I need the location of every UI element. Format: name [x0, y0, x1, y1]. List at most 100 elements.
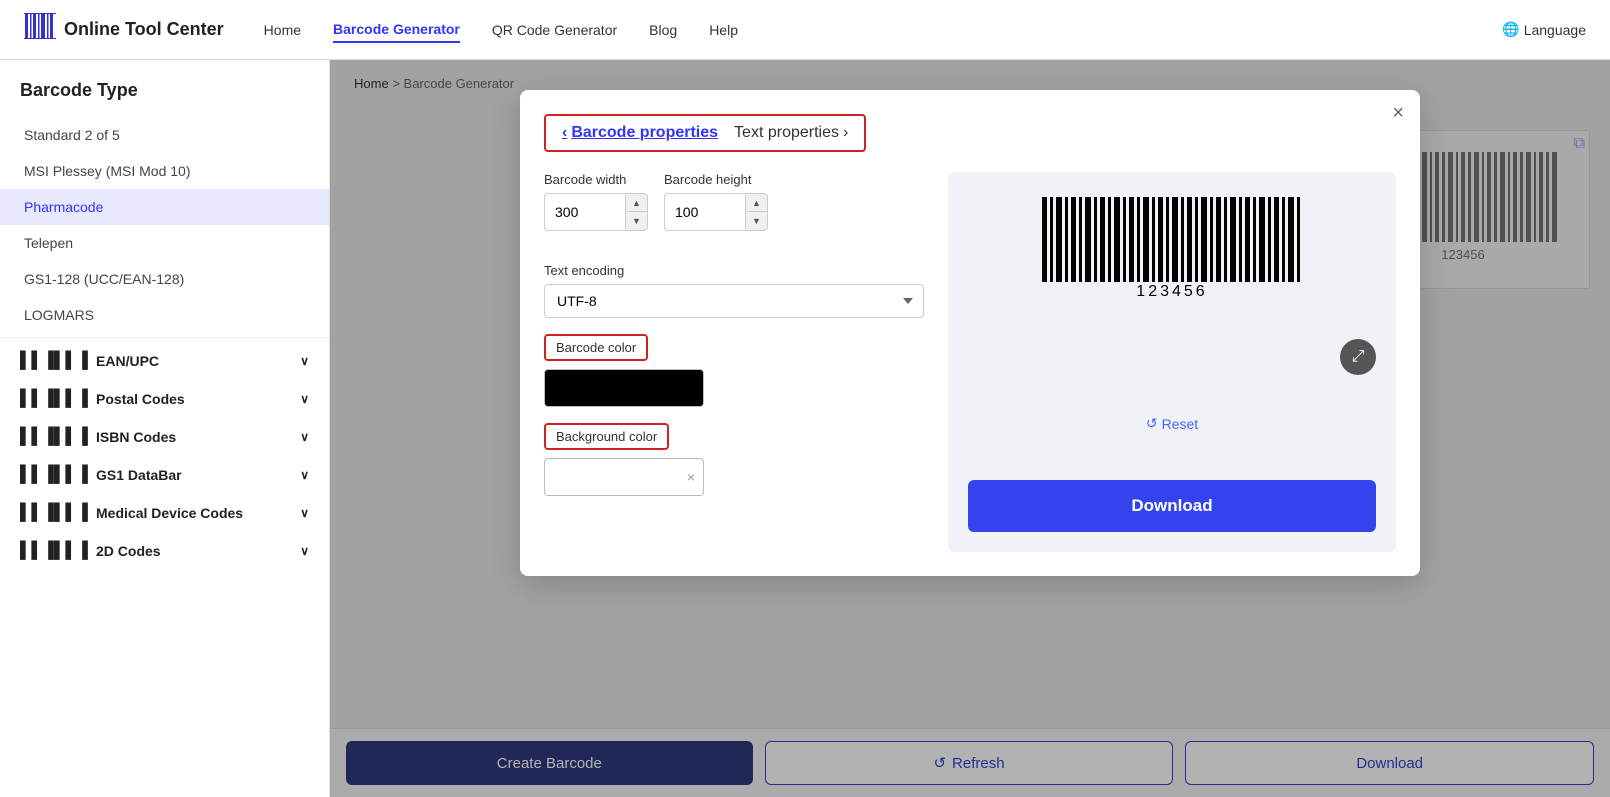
barcode-icon: ▌▌▐▌▌▐	[20, 390, 88, 408]
nav-home[interactable]: Home	[264, 18, 301, 42]
modal-close-button[interactable]: ×	[1392, 102, 1404, 125]
sidebar-group-label: Medical Device Codes	[96, 505, 243, 521]
sidebar-item-telepen[interactable]: Telepen	[0, 225, 329, 261]
sidebar-item-label: LOGMARS	[24, 307, 94, 323]
sidebar-group-postal[interactable]: ▌▌▐▌▌▐ Postal Codes ∨	[0, 380, 329, 418]
barcode-width-input-wrap: ▲ ▼	[544, 193, 648, 231]
sidebar-group-ean[interactable]: ▌▌▐▌▌▐ EAN/UPC ∨	[0, 342, 329, 380]
sidebar-group-label: GS1 DataBar	[96, 467, 182, 483]
barcode-icon: ▌▌▐▌▌▐	[20, 352, 88, 370]
right-arrow-icon: ›	[843, 124, 848, 142]
barcode-icon: ▌▌▐▌▌▐	[20, 504, 88, 522]
barcode-height-label: Barcode height	[664, 172, 768, 187]
width-spin-up[interactable]: ▲	[625, 194, 647, 212]
tab-barcode-properties[interactable]: ‹ Barcode properties	[562, 124, 718, 142]
barcode-preview: 123456	[1032, 192, 1312, 307]
text-encoding-group: Text encoding UTF-8 ASCII ISO-8859-1	[544, 263, 924, 318]
svg-text:123456: 123456	[1136, 283, 1207, 300]
background-color-label: Background color	[544, 423, 669, 450]
main-nav: Home Barcode Generator QR Code Generator…	[264, 17, 1503, 43]
zoom-row: ⤢	[968, 339, 1376, 375]
chevron-down-icon: ∨	[300, 354, 309, 368]
text-encoding-select[interactable]: UTF-8 ASCII ISO-8859-1	[544, 284, 924, 318]
nav-blog[interactable]: Blog	[649, 18, 677, 42]
sidebar-item-logmars[interactable]: LOGMARS	[0, 297, 329, 333]
barcode-icon: ▌▌▐▌▌▐	[20, 542, 88, 560]
modal-tabs: ‹ Barcode properties Text properties ›	[544, 114, 866, 152]
left-arrow-icon: ‹	[562, 124, 567, 142]
zoom-button[interactable]: ⤢	[1340, 339, 1376, 375]
sidebar-divider	[0, 337, 329, 338]
modal-overlay: × ‹ Barcode properties Text properties ›	[330, 60, 1610, 797]
logo-text: Online Tool Center	[64, 19, 224, 40]
sidebar-item-label: Telepen	[24, 235, 73, 251]
sidebar-item-label: MSI Plessey (MSI Mod 10)	[24, 163, 191, 179]
reset-button[interactable]: ↺ Reset	[1146, 415, 1198, 432]
nav-barcode-generator[interactable]: Barcode Generator	[333, 17, 460, 43]
sidebar-item-label: Standard 2 of 5	[24, 127, 120, 143]
sidebar-item-label: Pharmacode	[24, 199, 103, 215]
barcode-width-input[interactable]	[545, 198, 625, 226]
tab-text-props-label: Text properties	[734, 124, 839, 142]
bg-color-clear-button[interactable]: ×	[687, 469, 695, 485]
barcode-icon: ▌▌▐▌▌▐	[20, 428, 88, 446]
content-area: Home > Barcode Generator ⧉	[330, 60, 1610, 797]
sidebar-group-label: 2D Codes	[96, 543, 161, 559]
barcode-preview-svg: 123456	[1032, 192, 1312, 302]
language-label: Language	[1524, 22, 1586, 38]
modal-download-button[interactable]: Download	[968, 480, 1376, 532]
barcode-color-label: Barcode color	[544, 334, 648, 361]
chevron-down-icon: ∨	[300, 392, 309, 406]
text-encoding-label: Text encoding	[544, 263, 924, 278]
chevron-down-icon: ∨	[300, 468, 309, 482]
sidebar-item-pharmacode[interactable]: Pharmacode	[0, 189, 329, 225]
modal-body: Barcode width ▲ ▼ Barco	[544, 172, 1396, 552]
width-spinners: ▲ ▼	[625, 194, 647, 230]
logo-icon	[24, 10, 56, 49]
sidebar-title: Barcode Type	[0, 80, 329, 117]
reset-label: Reset	[1162, 416, 1199, 432]
height-spin-down[interactable]: ▼	[745, 212, 767, 230]
dimensions-row: Barcode width ▲ ▼ Barco	[544, 172, 924, 247]
background-color-group: Background color ×	[544, 423, 924, 496]
barcode-height-input-wrap: ▲ ▼	[664, 193, 768, 231]
sidebar-group-gs1[interactable]: ▌▌▐▌▌▐ GS1 DataBar ∨	[0, 456, 329, 494]
barcode-height-group: Barcode height ▲ ▼	[664, 172, 768, 231]
chevron-down-icon: ∨	[300, 544, 309, 558]
sidebar-group-label: Postal Codes	[96, 391, 185, 407]
sidebar-group-isbn[interactable]: ▌▌▐▌▌▐ ISBN Codes ∨	[0, 418, 329, 456]
sidebar-group-2d[interactable]: ▌▌▐▌▌▐ 2D Codes ∨	[0, 532, 329, 570]
logo[interactable]: Online Tool Center	[24, 10, 224, 49]
nav-help[interactable]: Help	[709, 18, 738, 42]
tab-text-properties[interactable]: Text properties ›	[734, 124, 848, 142]
sidebar-item-standard[interactable]: Standard 2 of 5	[0, 117, 329, 153]
sidebar-group-label: ISBN Codes	[96, 429, 176, 445]
globe-icon: 🌐	[1502, 21, 1519, 38]
barcode-color-group: Barcode color	[544, 334, 924, 407]
barcode-color-swatch[interactable]	[544, 369, 704, 407]
background-color-input[interactable]: ×	[544, 458, 704, 496]
height-spin-up[interactable]: ▲	[745, 194, 767, 212]
modal-left-panel: Barcode width ▲ ▼ Barco	[544, 172, 924, 552]
height-spinners: ▲ ▼	[745, 194, 767, 230]
sidebar: Barcode Type Standard 2 of 5 MSI Plessey…	[0, 60, 330, 797]
width-spin-down[interactable]: ▼	[625, 212, 647, 230]
modal-right-panel: 123456 ⤢ ↺ Reset Download	[948, 172, 1396, 552]
zoom-icon: ⤢	[1352, 348, 1365, 366]
tab-barcode-props-label: Barcode properties	[571, 124, 718, 142]
main-layout: Barcode Type Standard 2 of 5 MSI Plessey…	[0, 60, 1610, 797]
sidebar-item-label: GS1-128 (UCC/EAN-128)	[24, 271, 184, 287]
nav-qr-generator[interactable]: QR Code Generator	[492, 18, 617, 42]
header: Online Tool Center Home Barcode Generato…	[0, 0, 1610, 60]
sidebar-group-medical[interactable]: ▌▌▐▌▌▐ Medical Device Codes ∨	[0, 494, 329, 532]
barcode-icon: ▌▌▐▌▌▐	[20, 466, 88, 484]
barcode-height-input[interactable]	[665, 198, 745, 226]
reset-icon: ↺	[1146, 415, 1158, 432]
barcode-width-label: Barcode width	[544, 172, 648, 187]
sidebar-item-msi[interactable]: MSI Plessey (MSI Mod 10)	[0, 153, 329, 189]
modal: × ‹ Barcode properties Text properties ›	[520, 90, 1420, 576]
sidebar-group-label: EAN/UPC	[96, 353, 159, 369]
language-button[interactable]: 🌐 Language	[1502, 21, 1586, 38]
chevron-down-icon: ∨	[300, 506, 309, 520]
sidebar-item-gs1-128[interactable]: GS1-128 (UCC/EAN-128)	[0, 261, 329, 297]
